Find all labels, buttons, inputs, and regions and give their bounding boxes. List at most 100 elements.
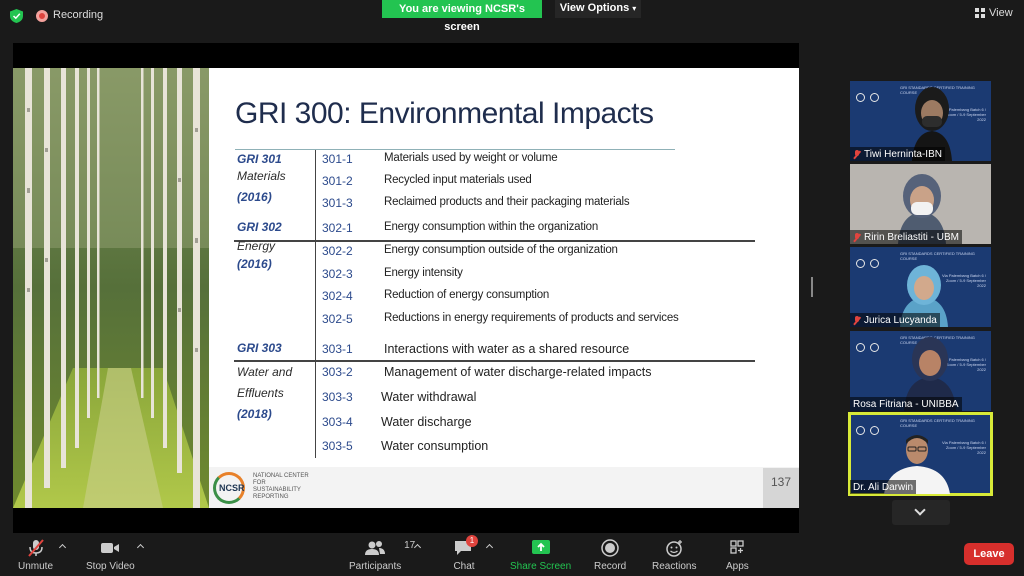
- ncsr-logo: [870, 343, 879, 352]
- caret-up-icon[interactable]: [58, 543, 67, 552]
- viewing-banner: You are viewing NCSR's screen: [382, 0, 542, 33]
- emoji-icon: [666, 540, 683, 557]
- item-code: 303-2: [322, 365, 353, 379]
- recording-icon: [36, 10, 48, 22]
- group-name: Materials: [237, 169, 286, 183]
- participant-name-tag: Dr. Ali Darwin: [850, 480, 917, 494]
- chevron-down-icon: ▾: [632, 4, 637, 13]
- item-desc: Reclaimed products and their packaging m…: [384, 196, 630, 208]
- shield-icon[interactable]: [10, 9, 23, 23]
- share-screen-button[interactable]: Share Screen: [510, 539, 571, 572]
- item-desc: Recycled input materials used: [384, 174, 532, 186]
- participant-name: Jurica Lucyanda: [864, 315, 937, 326]
- top-bar: Recording You are viewing NCSR's screen …: [0, 0, 1024, 33]
- item-desc: Water consumption: [381, 439, 489, 453]
- item-code: 302-5: [322, 312, 353, 326]
- item-code: 302-4: [322, 289, 353, 303]
- item-code: 303-1: [322, 342, 353, 356]
- meeting-toolbar: Unmute Stop Video 17 Participants 1 Chat…: [0, 533, 1024, 576]
- view-label: View: [989, 7, 1013, 19]
- mic-muted-icon: [27, 539, 44, 557]
- shared-screen: GRI 300: Environmental Impacts GRI 301 M…: [13, 43, 799, 533]
- group-year: (2018): [237, 407, 272, 421]
- item-code: 302-2: [322, 244, 353, 258]
- caret-up-icon[interactable]: [136, 543, 145, 552]
- share-screen-label: Share Screen: [510, 561, 572, 572]
- group-name: Energy: [237, 239, 276, 253]
- participant-name-tag: Rosa Fitriana - UNIBBA: [850, 397, 962, 411]
- group-code: GRI 302: [237, 220, 282, 234]
- item-desc: Energy intensity: [384, 267, 463, 279]
- record-icon: [601, 539, 619, 557]
- chevron-down-icon: [914, 504, 926, 516]
- recording-label[interactable]: Recording: [53, 9, 103, 21]
- leave-button[interactable]: Leave: [964, 543, 1014, 565]
- participants-label: Participants: [349, 561, 402, 572]
- expand-participants-button[interactable]: [892, 500, 950, 525]
- view-options-label: View Options: [559, 2, 630, 14]
- reactions-label: Reactions: [652, 561, 697, 572]
- ncsr-logo: [870, 93, 879, 102]
- presentation-slide: GRI 300: Environmental Impacts GRI 301 M…: [13, 68, 799, 508]
- apps-icon: [730, 540, 745, 554]
- participants-icon-wrap: 17: [364, 539, 415, 557]
- group-year: (2016): [237, 257, 272, 271]
- video-camera-icon: [101, 543, 120, 553]
- tile-header: GRI STANDARDS CERTIFIED TRAINING COURSE: [900, 418, 975, 428]
- participant-tile[interactable]: GRI STANDARDS CERTIFIED TRAINING COURSE …: [850, 331, 991, 411]
- forest-image: [13, 68, 209, 508]
- participants-button[interactable]: 17 Participants: [349, 539, 415, 572]
- table-vertical-rule: [315, 150, 316, 458]
- participant-name: Dr. Ali Darwin: [853, 482, 914, 493]
- item-code: 303-3: [322, 390, 353, 404]
- ncsr-logo: [870, 259, 879, 268]
- group-name: Water and: [237, 365, 293, 379]
- item-desc: Energy consumption within the organizati…: [384, 221, 599, 233]
- participant-name: Tiwi Herninta-IBN: [864, 149, 942, 160]
- apps-button[interactable]: Apps: [726, 539, 749, 572]
- chat-label: Chat: [453, 561, 475, 572]
- participant-tile[interactable]: GRI STANDARDS CERTIFIED TRAINING COURSE …: [850, 81, 991, 161]
- participants-count: 17: [404, 540, 416, 551]
- view-options-button[interactable]: View Options ▾: [555, 0, 641, 18]
- table-divider: [234, 360, 755, 362]
- chat-icon-wrap: 1: [453, 535, 478, 557]
- record-button[interactable]: Record: [594, 539, 626, 572]
- group-name-line2: Effluents: [237, 386, 284, 400]
- participant-name: Ririn Breliastiti - UBM: [864, 232, 960, 243]
- group-code: GRI 303: [237, 341, 282, 355]
- gri-logo: [856, 426, 865, 435]
- item-code: 302-1: [322, 221, 353, 235]
- stop-video-button[interactable]: Stop Video: [86, 539, 135, 572]
- table-divider: [234, 240, 755, 242]
- unmute-label: Unmute: [18, 561, 54, 572]
- participant-tile[interactable]: GRI STANDARDS CERTIFIED TRAINING COURSE …: [850, 247, 991, 327]
- item-desc: Management of water discharge-related im…: [384, 365, 652, 379]
- item-code: 301-3: [322, 196, 353, 210]
- caret-up-icon[interactable]: [485, 543, 494, 552]
- mic-muted-icon: [853, 232, 861, 243]
- participant-tile[interactable]: Ririn Breliastiti - UBM: [850, 164, 991, 244]
- item-desc: Materials used by weight or volume: [384, 152, 558, 164]
- chat-button[interactable]: 1 Chat: [453, 535, 478, 572]
- item-desc: Water withdrawal: [381, 390, 477, 404]
- item-code: 301-2: [322, 174, 353, 188]
- page-number: 137: [771, 475, 792, 489]
- stop-video-label: Stop Video: [86, 561, 135, 572]
- item-code: 301-1: [322, 152, 353, 166]
- gri-logo: [856, 343, 865, 352]
- slide-title: GRI 300: Environmental Impacts: [235, 97, 654, 130]
- participant-tile-active-speaker[interactable]: GRI STANDARDS CERTIFIED TRAINING COURSE …: [848, 412, 993, 496]
- logo-subtext: NATIONAL CENTER FOR SUSTAINABILITY REPOR…: [253, 473, 309, 500]
- view-button[interactable]: View: [975, 7, 1013, 19]
- people-icon: [365, 541, 386, 555]
- reactions-button[interactable]: Reactions: [652, 539, 696, 572]
- item-desc: Water discharge: [381, 415, 472, 429]
- item-desc: Reduction of energy consumption: [384, 289, 550, 301]
- group-year: (2016): [237, 190, 272, 204]
- panel-resize-handle[interactable]: [811, 277, 813, 297]
- unmute-button[interactable]: Unmute: [18, 539, 53, 572]
- logo-text: NCSR: [219, 483, 245, 493]
- title-rule: [235, 149, 675, 150]
- chat-badge: 1: [466, 535, 478, 547]
